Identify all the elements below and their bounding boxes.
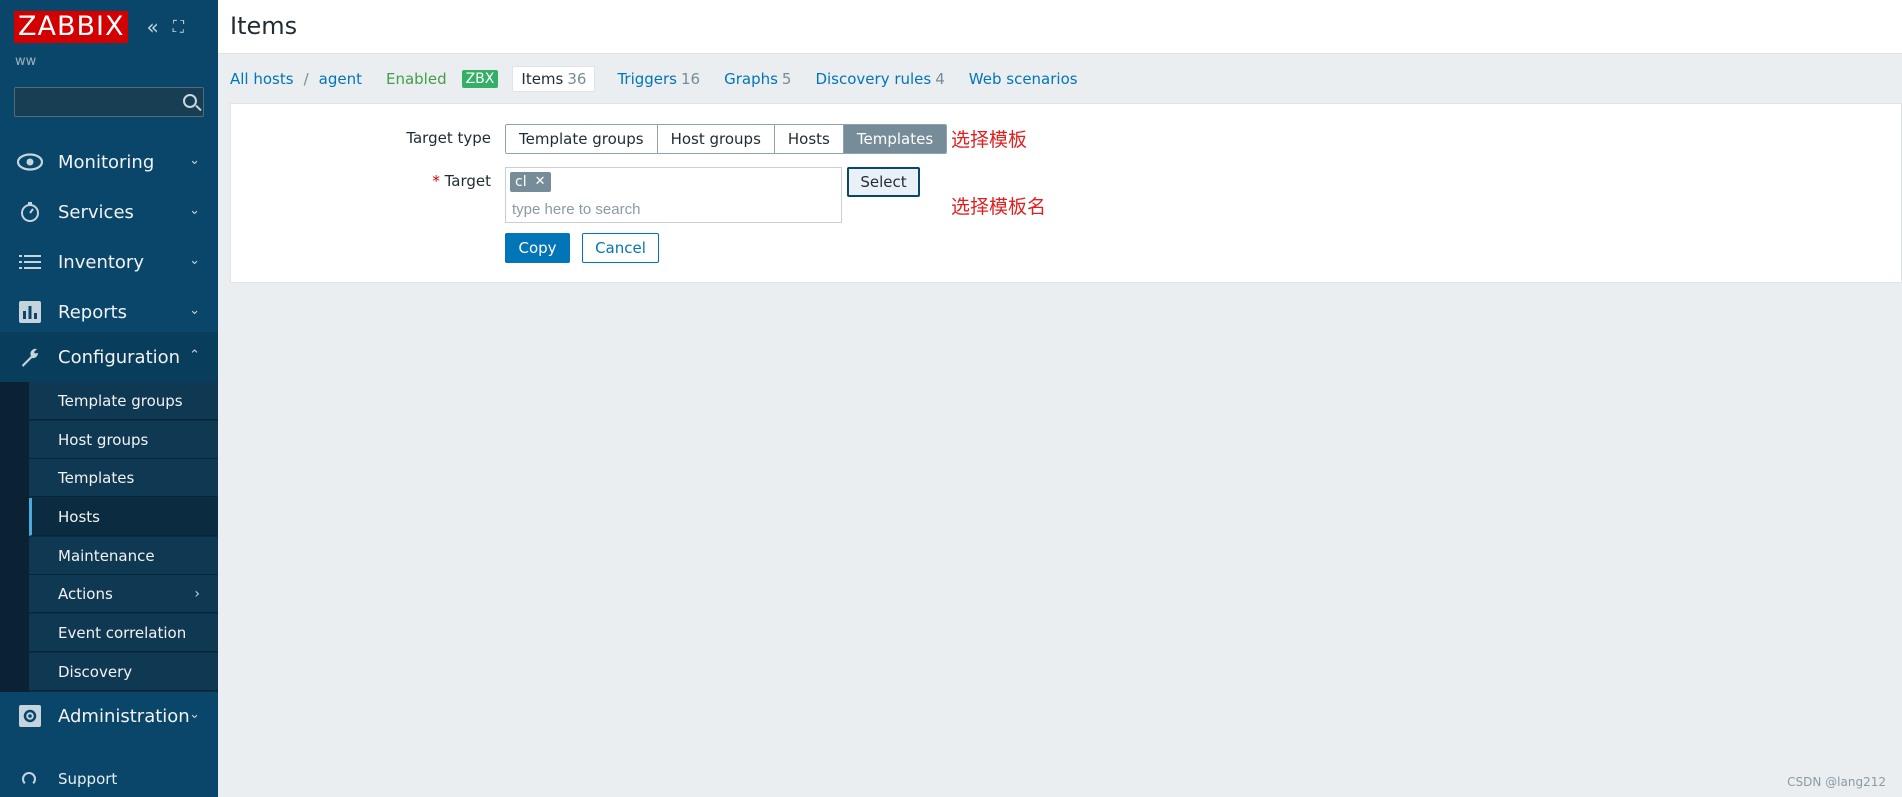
menu-services[interactable]: Services ⌄ <box>0 187 218 237</box>
target-label: * Target <box>231 172 491 190</box>
target-search-input[interactable] <box>512 199 832 219</box>
required-mark: * <box>432 172 440 190</box>
breadcrumb: All hosts / agent Enabled ZBX Items 36 T… <box>218 55 1902 103</box>
menu-reports[interactable]: Reports ⌄ <box>0 287 218 337</box>
menu-label: Configuration <box>58 346 181 368</box>
target-type-hosts[interactable]: Hosts <box>774 125 844 153</box>
breadcrumb-separator: / <box>303 70 309 88</box>
sidebar-search <box>14 87 204 117</box>
gear-icon <box>16 702 44 730</box>
select-button[interactable]: Select <box>847 167 920 197</box>
submenu-rail <box>0 382 29 692</box>
sidebar-search-input[interactable] <box>15 88 175 116</box>
tab-count: 16 <box>681 70 701 88</box>
submenu-maintenance[interactable]: Maintenance <box>29 537 218 575</box>
chevron-right-icon: › <box>194 586 200 602</box>
tab-count: 5 <box>781 70 792 88</box>
tab-label: Web scenarios <box>968 70 1078 88</box>
breadcrumb-host[interactable]: agent <box>319 70 362 88</box>
sidebar: ZABBIX « ⛶ ww Monitoring ⌄ Services ⌄ In… <box>0 0 218 797</box>
submenu-actions[interactable]: Actions › <box>29 575 218 613</box>
server-name: ww <box>15 54 37 69</box>
chevron-down-icon: ⌄ <box>189 707 200 722</box>
menu-monitoring[interactable]: Monitoring ⌄ <box>0 137 218 187</box>
selected-target-chip: cl ✕ <box>510 172 551 192</box>
target-type-template-groups[interactable]: Template groups <box>506 125 658 153</box>
copy-form: Target type Template groups Host groups … <box>230 103 1902 283</box>
target-type-selector: Template groups Host groups Hosts Templa… <box>505 124 948 154</box>
page-header: Items <box>218 0 1902 54</box>
copy-button[interactable]: Copy <box>505 233 570 263</box>
submenu-event-correlation[interactable]: Event correlation <box>29 614 218 652</box>
search-icon[interactable] <box>183 94 197 108</box>
menu-label: Inventory <box>58 251 144 273</box>
support-label: Support <box>58 770 118 788</box>
chevron-down-icon: ⌄ <box>189 153 200 168</box>
target-label-text: Target <box>444 172 491 190</box>
tab-web-scenarios[interactable]: Web scenarios <box>961 66 1090 92</box>
annotation-target: 选择模板名 <box>951 196 1047 218</box>
chevron-down-icon: ⌄ <box>189 253 200 268</box>
tab-discovery-rules[interactable]: Discovery rules 4 <box>807 66 952 92</box>
submenu-discovery[interactable]: Discovery <box>29 653 218 691</box>
watermark: CSDN @lang212 <box>1787 775 1886 789</box>
menu-label: Administration <box>58 705 190 727</box>
chip-label: cl <box>515 174 527 190</box>
page-title: Items <box>230 12 298 40</box>
menu-label: Monitoring <box>58 151 155 173</box>
chevron-down-icon: ⌄ <box>189 303 200 318</box>
host-status[interactable]: Enabled <box>386 70 447 88</box>
stopwatch-icon <box>16 198 44 226</box>
chevron-down-icon: ⌄ <box>189 203 200 218</box>
list-icon <box>16 248 44 276</box>
menu-configuration[interactable]: Configuration ⌃ <box>0 332 218 382</box>
tab-label: Graphs <box>724 70 778 88</box>
logo-row: ZABBIX « ⛶ <box>14 11 184 43</box>
cancel-button[interactable]: Cancel <box>582 233 659 263</box>
tab-triggers[interactable]: Triggers 16 <box>609 66 708 92</box>
support-link[interactable]: Support <box>0 764 218 794</box>
breadcrumb-all-hosts[interactable]: All hosts <box>230 70 294 88</box>
tab-label: Discovery rules <box>815 70 932 88</box>
menu-inventory[interactable]: Inventory ⌄ <box>0 237 218 287</box>
kiosk-mode-icon[interactable]: ⛶ <box>173 11 184 43</box>
target-multiselect[interactable]: cl ✕ <box>505 167 842 223</box>
submenu-template-groups[interactable]: Template groups <box>29 382 218 420</box>
menu-label: Services <box>58 201 134 223</box>
target-type-host-groups[interactable]: Host groups <box>657 125 775 153</box>
collapse-sidebar-icon[interactable]: « <box>146 11 158 43</box>
target-type-templates[interactable]: Templates <box>843 125 947 153</box>
tab-label: Triggers <box>617 70 677 88</box>
submenu-hosts[interactable]: Hosts <box>29 498 218 536</box>
chevron-up-icon: ⌃ <box>189 348 200 363</box>
zabbix-logo[interactable]: ZABBIX <box>14 11 129 43</box>
tab-items[interactable]: Items 36 <box>512 66 596 92</box>
bar-chart-icon <box>16 298 44 326</box>
submenu-actions-label: Actions <box>58 585 113 603</box>
target-type-label-text: Target type <box>406 129 491 147</box>
submenu-host-groups[interactable]: Host groups <box>29 421 218 459</box>
submenu-templates[interactable]: Templates <box>29 459 218 497</box>
menu-label: Reports <box>58 301 128 323</box>
menu-administration[interactable]: Administration ⌄ <box>0 691 218 741</box>
tab-count: 4 <box>935 70 945 88</box>
remove-chip-icon[interactable]: ✕ <box>535 172 546 192</box>
tab-graphs[interactable]: Graphs 5 <box>716 66 799 92</box>
annotation-target-type: 选择模板 <box>951 129 1028 151</box>
headset-icon <box>22 772 36 786</box>
tab-label: Items <box>521 70 564 88</box>
wrench-icon <box>16 343 44 371</box>
target-type-label: Target type <box>231 129 491 147</box>
eye-icon <box>16 148 44 176</box>
availability-badge: ZBX <box>461 70 499 88</box>
configuration-submenu: Template groups Host groups Templates Ho… <box>0 382 218 692</box>
tab-count: 36 <box>567 70 587 88</box>
